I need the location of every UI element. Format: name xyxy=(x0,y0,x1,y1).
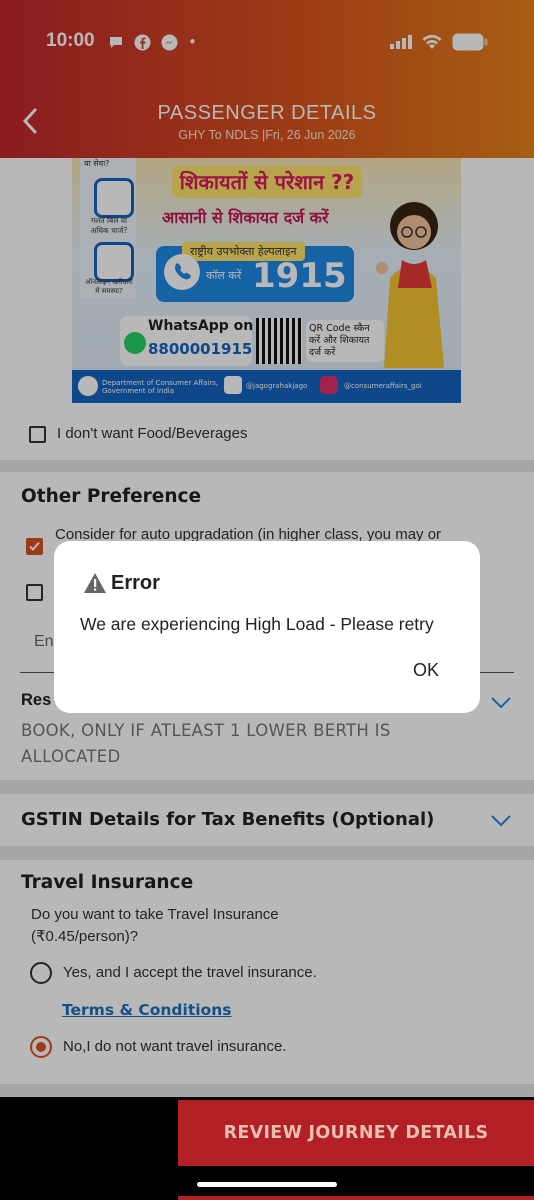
review-journey-button[interactable]: REVIEW JOURNEY DETAILS xyxy=(178,1100,534,1166)
warning-icon xyxy=(84,573,106,593)
dialog-title: Error xyxy=(111,572,160,594)
ok-button[interactable]: OK xyxy=(402,656,450,684)
review-button-strip xyxy=(178,1196,534,1200)
dialog-message: We are experiencing High Load - Please r… xyxy=(80,614,434,634)
home-indicator[interactable] xyxy=(197,1182,337,1187)
